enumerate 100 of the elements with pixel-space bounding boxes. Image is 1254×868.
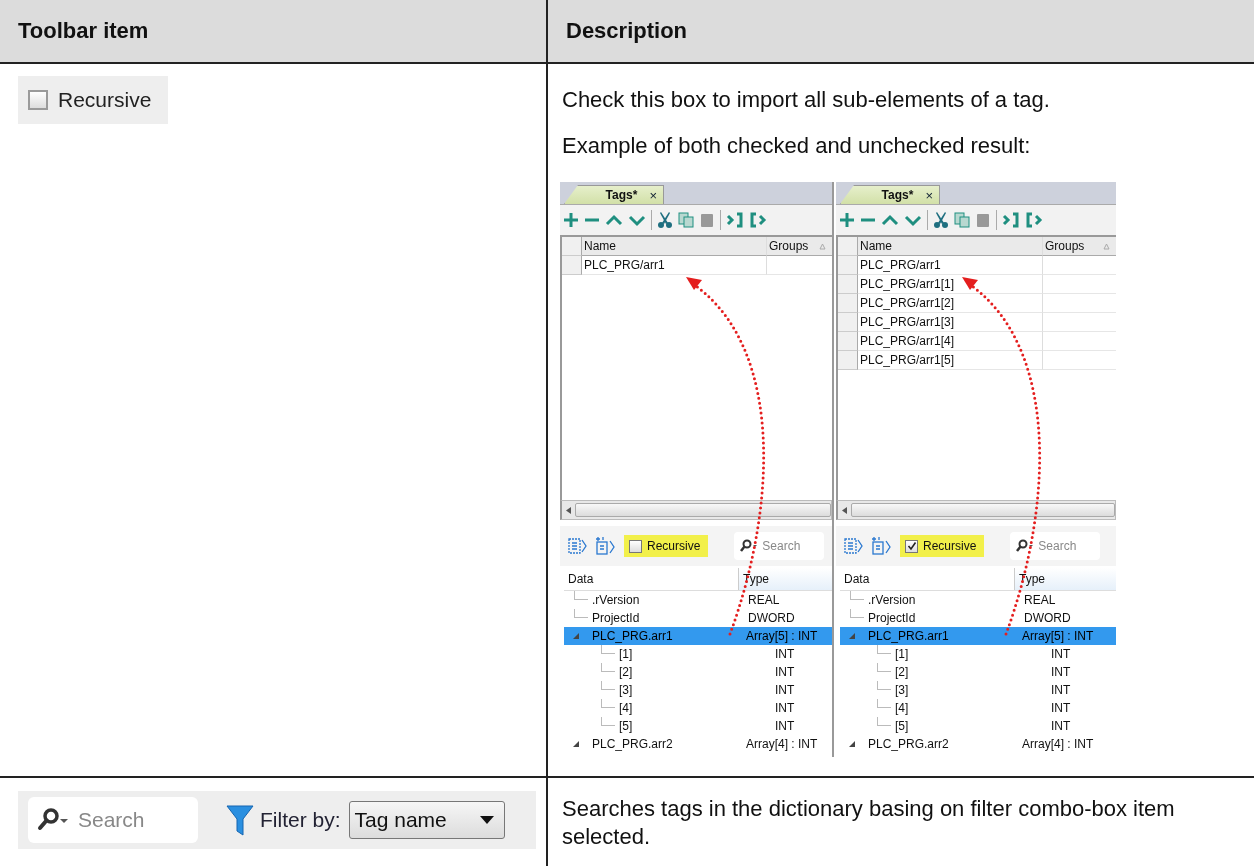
bracket-arrow-icon[interactable]	[1025, 212, 1043, 228]
scrollbar-thumb[interactable]	[851, 503, 1115, 517]
tree-item-type: REAL	[748, 593, 780, 607]
tree-row[interactable]: [3] INT	[564, 681, 832, 699]
import-all-icon[interactable]	[870, 536, 892, 556]
column-header[interactable]: Type	[1015, 568, 1116, 590]
import-all-icon[interactable]	[594, 536, 616, 556]
plus-icon[interactable]	[839, 212, 855, 228]
checkbox[interactable]	[905, 539, 918, 553]
tab[interactable]: Tags* ×	[840, 185, 940, 204]
search-icon	[36, 807, 70, 833]
filter-dropdown[interactable]: Tag name	[348, 801, 505, 839]
tree-row[interactable]: [3] INT	[840, 681, 1116, 699]
scissors-icon[interactable]	[933, 211, 949, 229]
description-text: Example of both checked and unchecked result:	[561, 132, 1032, 160]
scrollbar-thumb[interactable]	[575, 503, 831, 517]
tree-item-name: [5]	[619, 719, 633, 733]
chevron-up-icon[interactable]	[881, 212, 899, 228]
description-text: Searches tags in the dictionary basing on filter combo-box item selected.	[561, 795, 1176, 851]
search-field[interactable]: Search	[1010, 532, 1101, 560]
import-icon[interactable]	[844, 537, 864, 555]
checkbox-label[interactable]: Recursive	[923, 539, 977, 553]
tree-row[interactable]: [2] INT	[564, 663, 832, 681]
column-header[interactable]: Name	[582, 237, 767, 256]
tree-row[interactable]: [2] INT	[840, 663, 1116, 681]
search-field[interactable]: Search	[734, 532, 825, 560]
clipboard-icon[interactable]	[975, 212, 991, 228]
scroll-left-icon[interactable]	[566, 506, 571, 514]
tree-item-type: DWORD	[748, 611, 795, 625]
tree-item-name: PLC_PRG.arr1	[868, 629, 949, 643]
tree-item-type: Array[4] : INT	[746, 737, 818, 751]
tree-item-name: ProjectId	[592, 611, 640, 625]
scroll-left-icon[interactable]	[842, 506, 847, 514]
tree-item-name: [2]	[895, 665, 909, 679]
row-header[interactable]	[838, 237, 858, 256]
bracket-arrow-icon[interactable]	[749, 212, 767, 228]
chevron-up-icon[interactable]	[605, 212, 623, 228]
tree-item-type: DWORD	[1024, 611, 1071, 625]
row-header[interactable]	[562, 237, 582, 256]
tree-item-name: PLC_PRG.arr2	[868, 737, 949, 751]
bracket-arrow-icon[interactable]	[1002, 212, 1020, 228]
copy-icon[interactable]	[678, 212, 694, 228]
tree-item-name: [1]	[895, 647, 909, 661]
checkbox-label[interactable]: Recursive	[647, 539, 701, 553]
tree-row[interactable]: .rVersion REAL	[564, 591, 832, 609]
tree-row[interactable]: [4] INT	[564, 699, 832, 717]
copy-icon[interactable]	[954, 212, 970, 228]
bracket-arrow-icon[interactable]	[726, 212, 744, 228]
tree-item-name: .rVersion	[868, 593, 916, 607]
tree-row[interactable]: [1] INT	[564, 645, 832, 663]
scissors-icon[interactable]	[657, 211, 673, 229]
search-field[interactable]: Search	[28, 797, 198, 843]
clipboard-icon[interactable]	[699, 212, 715, 228]
column-header[interactable]: Type	[739, 568, 832, 590]
tab[interactable]: Tags* ×	[564, 185, 664, 204]
tree-item-type: INT	[775, 683, 795, 697]
close-icon[interactable]: ×	[649, 187, 657, 203]
tree-item-type: INT	[1051, 719, 1071, 733]
tree-row[interactable]: PLC_PRG.arr2 Array[4] : INT	[564, 735, 832, 753]
row-header[interactable]	[838, 351, 858, 370]
close-icon[interactable]: ×	[925, 187, 933, 203]
row-header[interactable]	[838, 313, 858, 332]
tree-row[interactable]: .rVersion REAL	[840, 591, 1116, 609]
filter-icon[interactable]	[226, 804, 254, 836]
row-header[interactable]	[838, 332, 858, 351]
checkbox[interactable]	[28, 90, 48, 110]
tree-item-name: .rVersion	[592, 593, 640, 607]
tree-item-name: [2]	[619, 665, 633, 679]
tree-row[interactable]: [5] INT	[564, 717, 832, 735]
column-header[interactable]: Name	[858, 237, 1043, 256]
tree-row[interactable]: [1] INT	[840, 645, 1116, 663]
checkbox[interactable]	[629, 539, 642, 553]
tree-item-type: INT	[1051, 647, 1071, 661]
tree-item-type: Array[5] : INT	[746, 629, 818, 643]
tree-item-type: Array[4] : INT	[1022, 737, 1094, 751]
row-header[interactable]	[838, 275, 858, 294]
tree-row[interactable]: ProjectId DWORD	[564, 609, 832, 627]
checkbox-label[interactable]: Recursive	[58, 88, 152, 112]
tree-item-name: [1]	[619, 647, 633, 661]
tree-row[interactable]: ProjectId DWORD	[840, 609, 1116, 627]
tree-item-type: INT	[775, 719, 795, 733]
table-cell: PLC_PRG/arr1[3]	[858, 313, 1043, 332]
tree-row[interactable]: PLC_PRG.arr1 Array[5] : INT	[564, 627, 832, 645]
row-header[interactable]	[838, 294, 858, 313]
tree-item-type: INT	[1051, 665, 1071, 679]
tree-expander-icon[interactable]	[848, 740, 856, 748]
search-icon	[1016, 539, 1035, 553]
tree-row[interactable]: PLC_PRG.arr1 Array[5] : INT	[840, 627, 1116, 645]
tree-row[interactable]: [5] INT	[840, 717, 1116, 735]
row-header[interactable]	[838, 256, 858, 275]
tree-expander-icon[interactable]	[572, 740, 580, 748]
tree-item-name: ProjectId	[868, 611, 916, 625]
import-icon[interactable]	[568, 537, 588, 555]
plus-icon[interactable]	[563, 212, 579, 228]
tree-row[interactable]: [4] INT	[840, 699, 1116, 717]
tree-item-type: INT	[1051, 683, 1071, 697]
row-header[interactable]	[562, 256, 582, 275]
tree-row[interactable]: PLC_PRG.arr2 Array[4] : INT	[840, 735, 1116, 753]
column-header: Toolbar item	[18, 18, 149, 44]
tree-item-name: PLC_PRG.arr1	[592, 629, 673, 643]
